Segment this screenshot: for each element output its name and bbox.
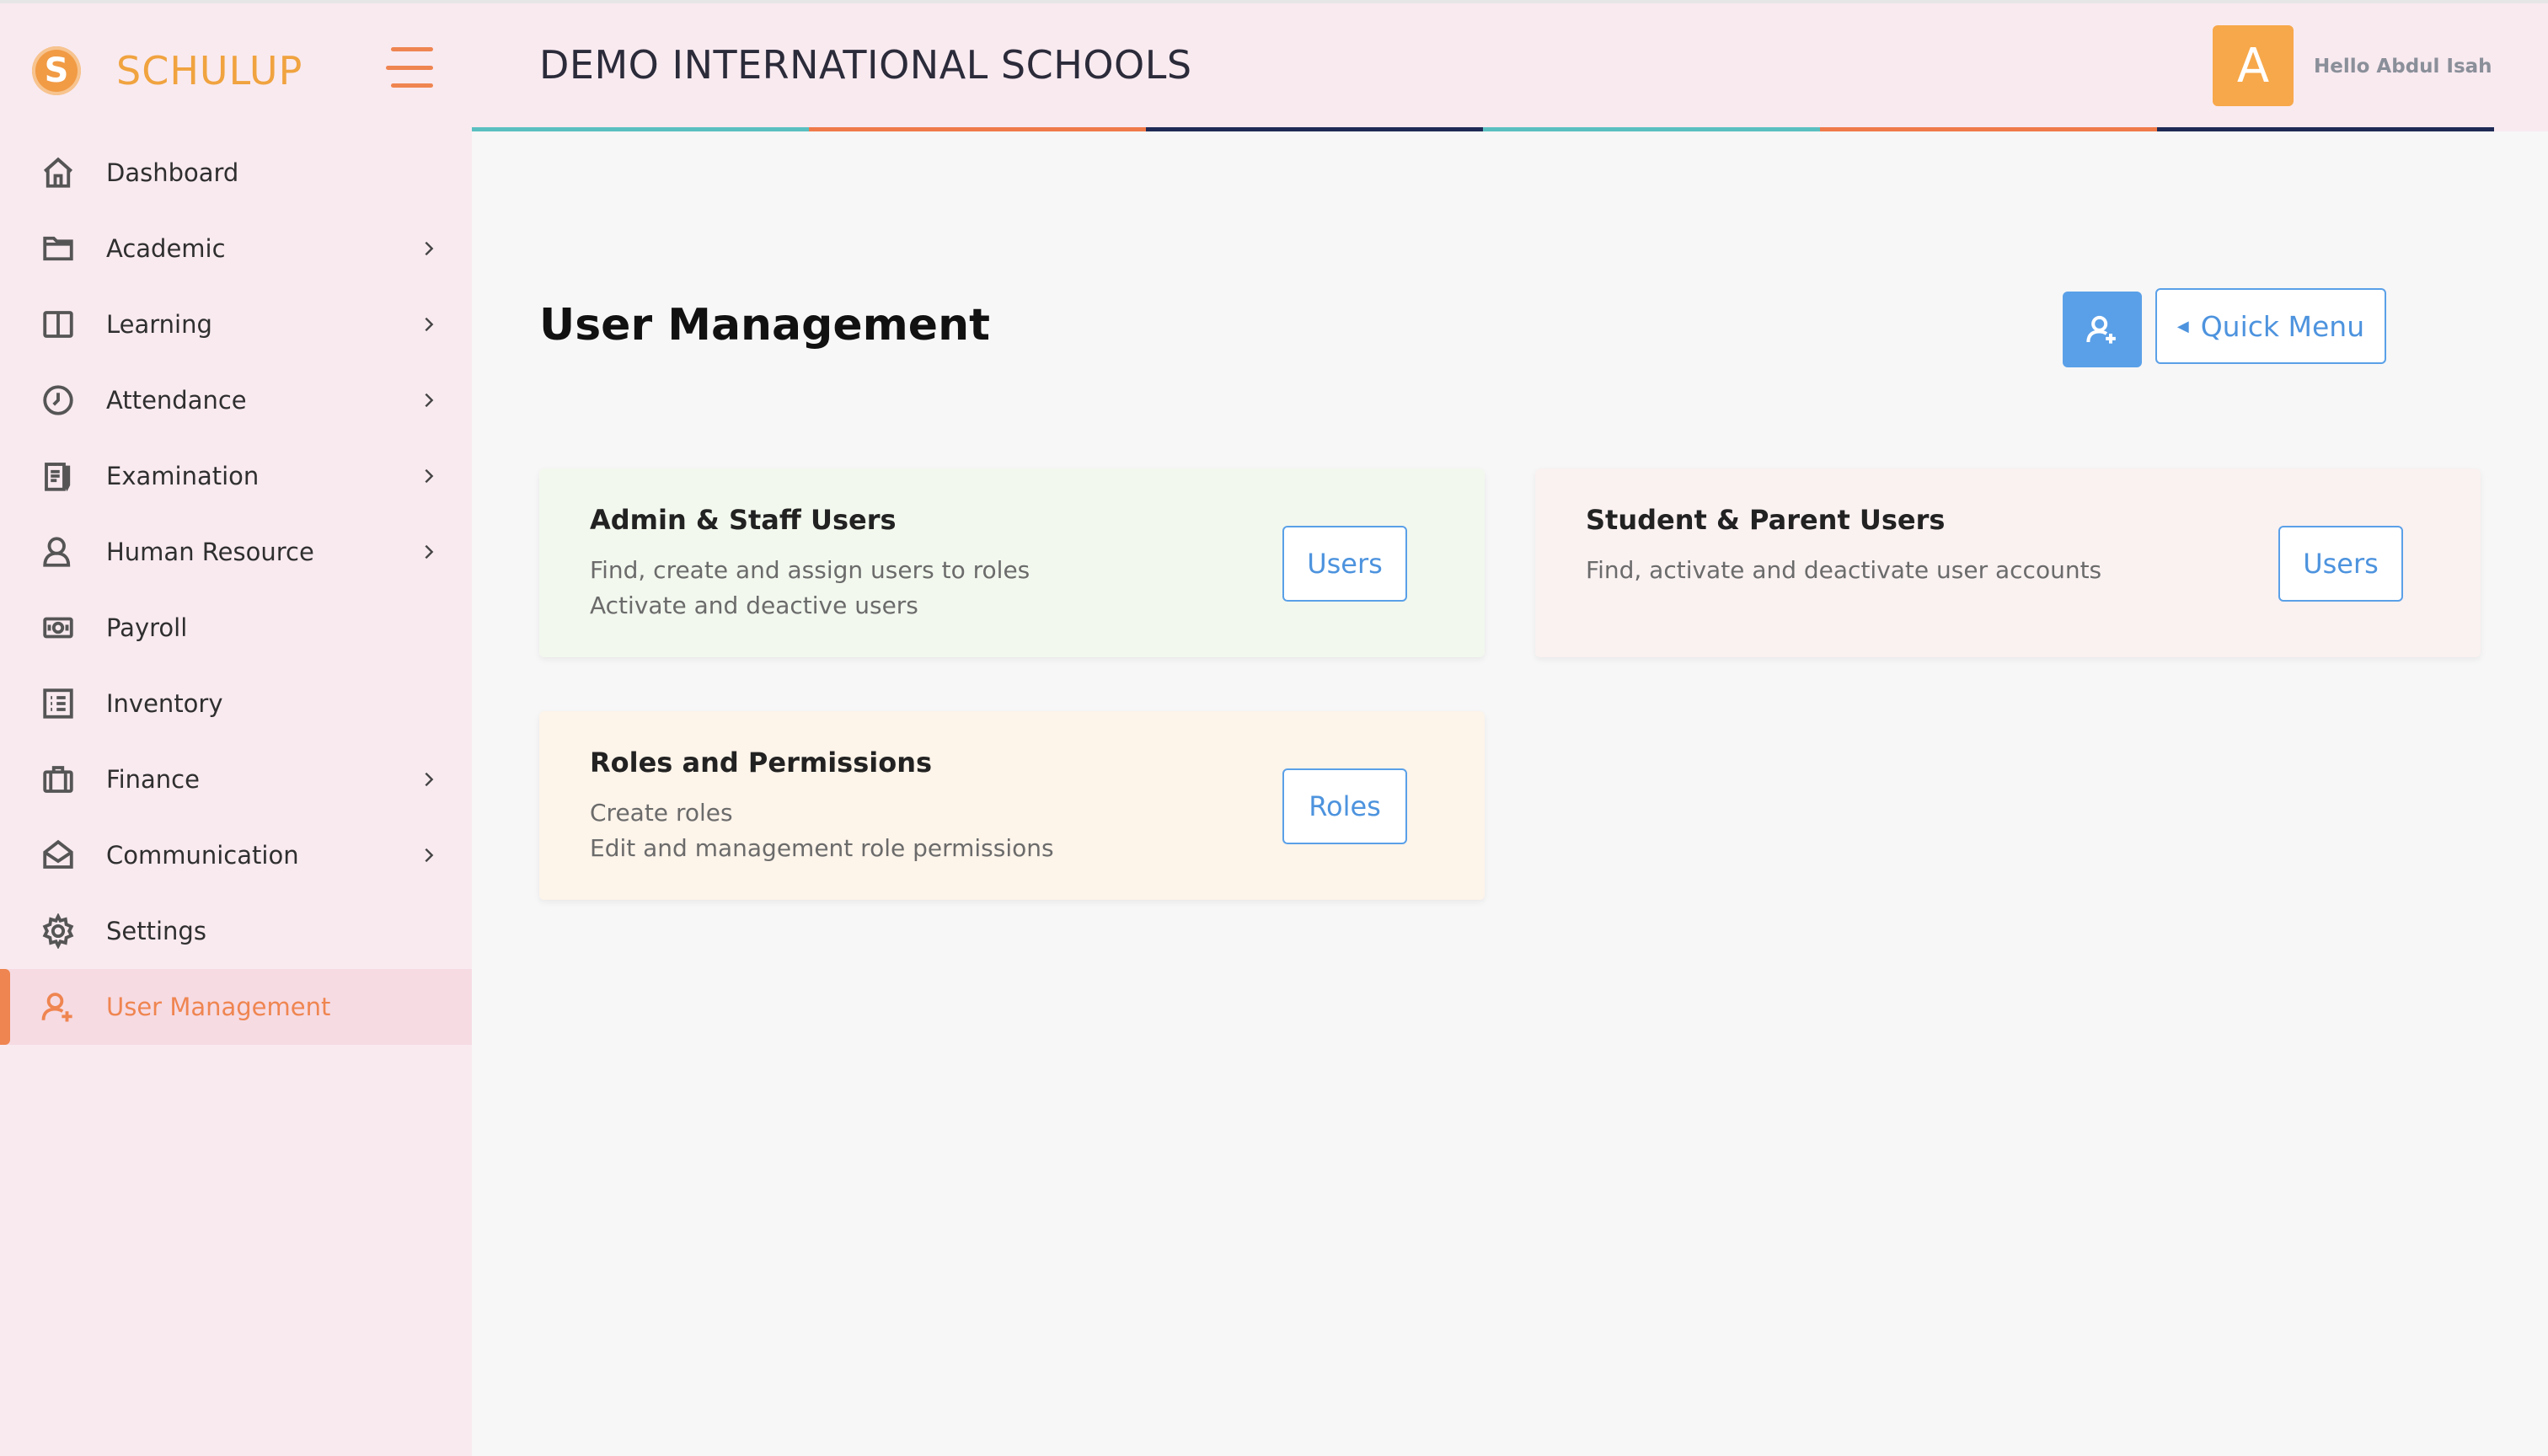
list-icon	[39, 684, 78, 723]
sidebar-item-label: Academic	[106, 234, 226, 263]
briefcase-icon	[39, 760, 78, 799]
money-icon	[39, 608, 78, 647]
card-description-line: Find, create and assign users to roles	[590, 556, 1030, 584]
card-description: Create roles Edit and management role pe…	[590, 795, 1054, 866]
admin-staff-users-card: Admin & Staff Users Find, create and ass…	[539, 468, 1485, 657]
sidebar-item-settings[interactable]: Settings	[0, 893, 472, 969]
sidebar-item-user-management[interactable]: User Management	[0, 969, 472, 1045]
top-header: DEMO INTERNATIONAL SCHOOLS A Hello Abdul…	[472, 0, 2548, 131]
sidebar: S SCHULUP Dashboard Academic Learning At…	[0, 0, 472, 1456]
mail-icon	[39, 836, 78, 875]
sidebar-item-label: Settings	[106, 917, 206, 945]
card-title: Student & Parent Users	[1586, 504, 1946, 536]
gear-icon	[39, 912, 78, 950]
brand-logo: S	[32, 46, 81, 95]
sidebar-item-learning[interactable]: Learning	[0, 286, 472, 362]
card-title: Roles and Permissions	[590, 747, 933, 779]
menu-toggle-icon[interactable]	[386, 47, 433, 88]
card-title: Admin & Staff Users	[590, 504, 897, 536]
chevron-right-icon	[420, 846, 438, 864]
sidebar-item-label: Learning	[106, 310, 212, 339]
sidebar-item-label: User Management	[106, 993, 331, 1021]
caret-left-icon: ◀	[2176, 317, 2189, 335]
chevron-right-icon	[420, 770, 438, 789]
sidebar-item-label: Attendance	[106, 386, 247, 415]
clock-icon	[39, 381, 78, 420]
sidebar-item-inventory[interactable]: Inventory	[0, 666, 472, 741]
user-greeting[interactable]: Hello Abdul Isah	[2314, 56, 2492, 78]
sidebar-item-dashboard[interactable]: Dashboard	[0, 135, 472, 211]
card-description-line: Create roles	[590, 799, 733, 827]
folder-icon	[39, 229, 78, 268]
sidebar-item-academic[interactable]: Academic	[0, 211, 472, 286]
sidebar-item-label: Finance	[106, 765, 200, 794]
person-icon	[39, 533, 78, 571]
sidebar-item-label: Communication	[106, 841, 299, 870]
card-description-line: Find, activate and deactivate user accou…	[1586, 556, 2102, 584]
sidebar-item-payroll[interactable]: Payroll	[0, 590, 472, 666]
admin-users-button[interactable]: Users	[1282, 526, 1407, 602]
card-description: Find, create and assign users to roles A…	[590, 553, 1030, 624]
sidebar-item-label: Examination	[106, 462, 260, 490]
sidebar-item-label: Human Resource	[106, 538, 314, 566]
chevron-right-icon	[420, 543, 438, 561]
chevron-right-icon	[420, 239, 438, 258]
sidebar-item-label: Inventory	[106, 689, 223, 718]
quick-menu-label: Quick Menu	[2200, 309, 2365, 343]
page-title: User Management	[539, 300, 990, 351]
chevron-right-icon	[420, 391, 438, 410]
book-icon	[39, 305, 78, 344]
sidebar-item-human-resource[interactable]: Human Resource	[0, 514, 472, 590]
brand[interactable]: S SCHULUP	[32, 37, 302, 104]
card-description-line: Edit and management role permissions	[590, 834, 1054, 862]
sidebar-item-attendance[interactable]: Attendance	[0, 362, 472, 438]
chevron-right-icon	[420, 315, 438, 334]
sidebar-item-label: Dashboard	[106, 158, 239, 187]
user-plus-icon	[39, 988, 78, 1026]
exam-icon	[39, 457, 78, 495]
app-root: S SCHULUP Dashboard Academic Learning At…	[0, 0, 2548, 1456]
user-plus-icon	[2086, 315, 2116, 344]
sidebar-item-label: Payroll	[106, 613, 188, 642]
avatar[interactable]: A	[2213, 25, 2294, 106]
home-icon	[39, 153, 78, 192]
school-name: DEMO INTERNATIONAL SCHOOLS	[539, 42, 1192, 88]
student-parent-users-card: Student & Parent Users Find, activate an…	[1535, 468, 2481, 657]
sidebar-item-communication[interactable]: Communication	[0, 817, 472, 893]
card-description: Find, activate and deactivate user accou…	[1586, 553, 2101, 588]
chevron-right-icon	[420, 467, 438, 485]
brand-name: SCHULUP	[116, 48, 303, 94]
roles-permissions-card: Roles and Permissions Create roles Edit …	[539, 711, 1485, 900]
main-content: User Management ◀ Quick Menu Admin & Sta…	[472, 131, 2548, 1456]
sidebar-item-finance[interactable]: Finance	[0, 741, 472, 817]
card-description-line: Activate and deactive users	[590, 592, 918, 619]
roles-button[interactable]: Roles	[1282, 768, 1407, 844]
sidebar-item-examination[interactable]: Examination	[0, 438, 472, 514]
quick-menu-button[interactable]: ◀ Quick Menu	[2155, 288, 2386, 364]
student-users-button[interactable]: Users	[2278, 526, 2403, 602]
add-user-button[interactable]	[2063, 292, 2142, 367]
sidebar-nav: Dashboard Academic Learning Attendance E…	[0, 135, 472, 1045]
